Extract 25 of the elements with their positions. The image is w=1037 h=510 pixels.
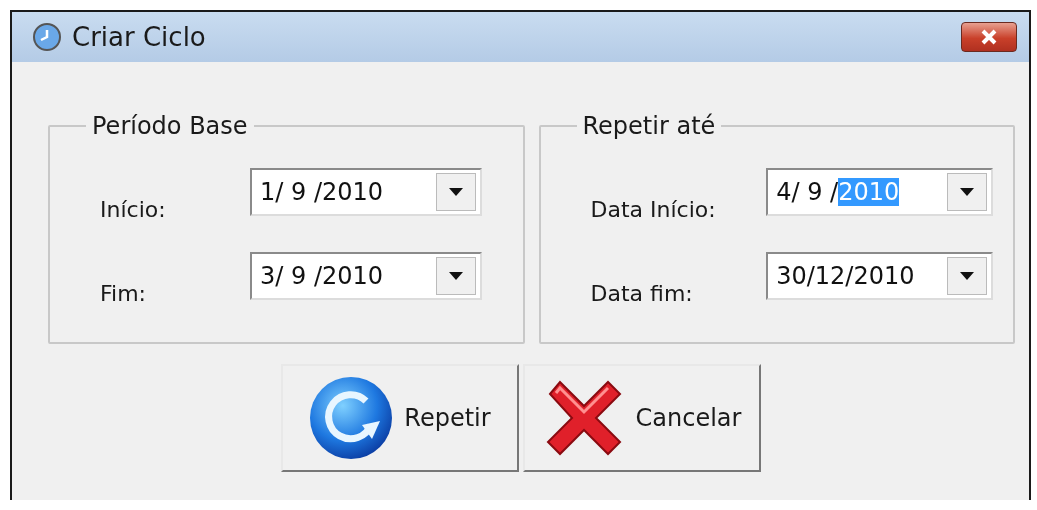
dropdown-button[interactable]	[947, 257, 987, 295]
repeat-button[interactable]: Repetir	[280, 364, 519, 472]
field-label: Fim:	[99, 281, 147, 306]
dropdown-button[interactable]	[436, 257, 476, 295]
date-field[interactable]: 3/ 9 /2010	[250, 252, 482, 300]
dropdown-button[interactable]	[436, 173, 476, 211]
caret-icon	[960, 272, 974, 280]
date-field[interactable]: 30/12/2010	[766, 252, 993, 300]
clock-icon	[32, 22, 62, 52]
caret-icon	[449, 188, 463, 196]
dropdown-button[interactable]	[947, 173, 987, 211]
field-label: Início:	[99, 197, 167, 222]
close-icon	[980, 29, 998, 45]
close-button[interactable]	[961, 22, 1017, 52]
field-label: Data Início:	[589, 197, 717, 222]
group-title: Repetir até	[581, 112, 717, 140]
cancel-button[interactable]: Cancelar	[522, 364, 761, 472]
field-label: Data fim:	[589, 281, 694, 306]
refresh-icon	[308, 375, 395, 461]
caret-icon	[449, 272, 463, 280]
caret-icon	[960, 188, 974, 196]
window-title: Criar Ciclo	[72, 22, 207, 52]
group-title: Período Base	[91, 112, 249, 140]
date-field[interactable]: 1/ 9 /2010	[250, 168, 482, 216]
date-field[interactable]: 4/ 9 /2010	[766, 168, 993, 216]
